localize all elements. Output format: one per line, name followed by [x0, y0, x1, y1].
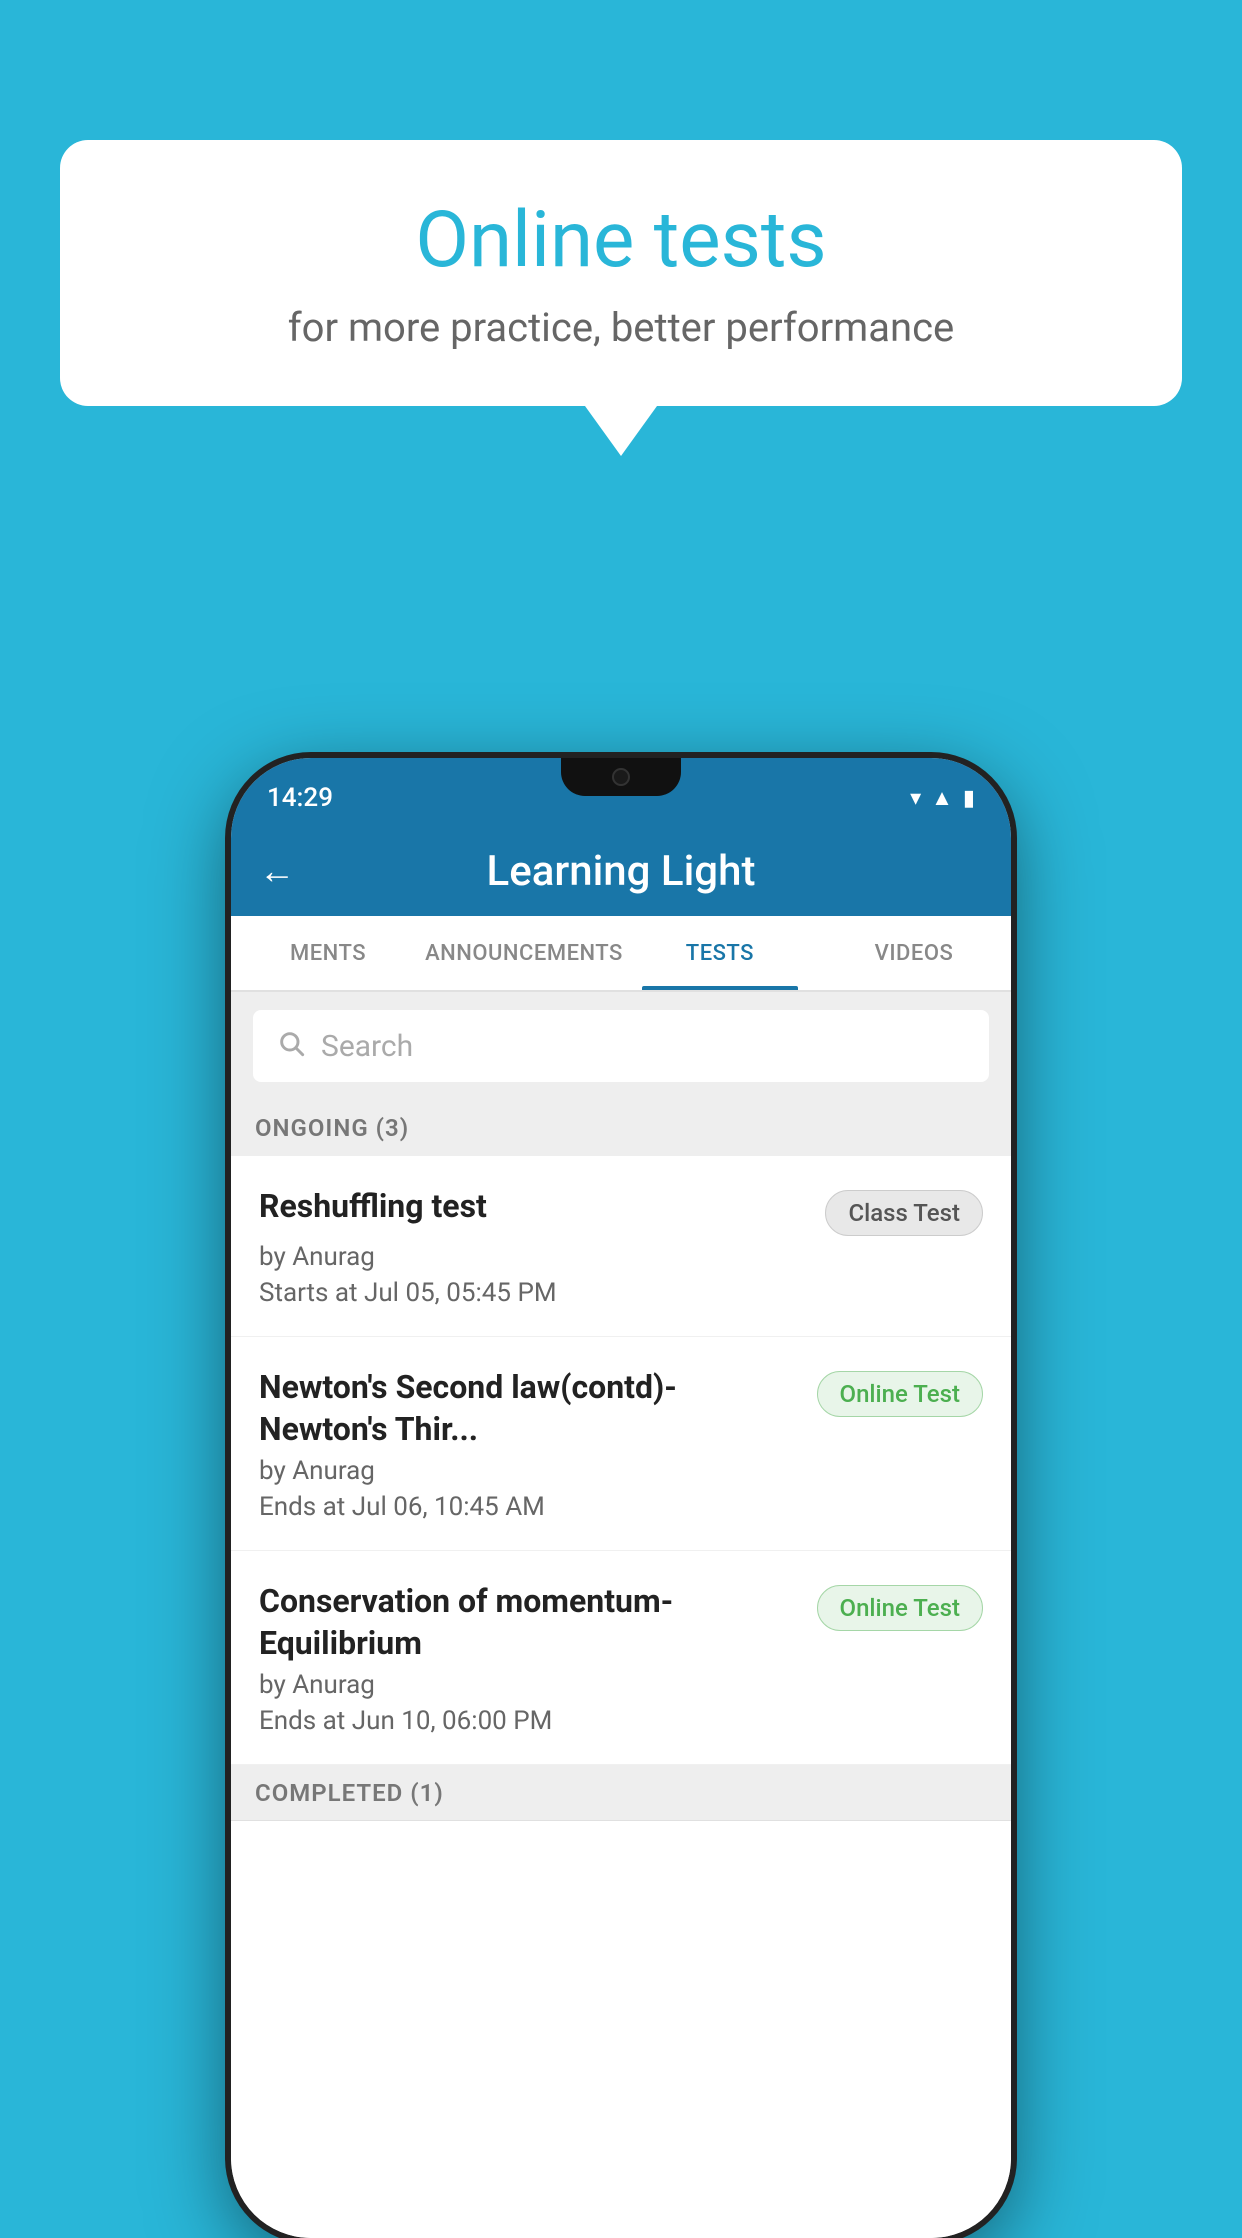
bubble-pointer — [585, 406, 657, 456]
tab-tests[interactable]: TESTS — [623, 916, 817, 990]
battery-icon: ▮ — [963, 786, 975, 811]
status-icons: ▾ ▲ ▮ — [910, 785, 975, 811]
tab-announcements[interactable]: ANNOUNCEMENTS — [425, 916, 623, 990]
phone-screen: 14:29 ▾ ▲ ▮ ← Learning Light MENTS ANNOU… — [231, 758, 1011, 2238]
completed-label: COMPLETED (1) — [255, 1779, 444, 1807]
phone-notch — [561, 758, 681, 796]
tab-ments[interactable]: MENTS — [231, 916, 425, 990]
tab-videos[interactable]: VIDEOS — [817, 916, 1011, 990]
promo-section: Online tests for more practice, better p… — [60, 140, 1182, 456]
app-title: Learning Light — [315, 847, 983, 896]
test-badge-online: Online Test — [817, 1371, 983, 1417]
app-bar: ← Learning Light — [231, 826, 1011, 916]
search-container: Search — [231, 992, 1011, 1100]
list-item[interactable]: Reshuffling test Class Test by Anurag St… — [231, 1156, 1011, 1337]
test-item-header: Conservation of momentum-Equilibrium Onl… — [259, 1581, 983, 1664]
test-date: Ends at Jun 10, 06:00 PM — [259, 1706, 983, 1736]
list-item[interactable]: Conservation of momentum-Equilibrium Onl… — [231, 1551, 1011, 1765]
phone-device: 14:29 ▾ ▲ ▮ ← Learning Light MENTS ANNOU… — [231, 758, 1011, 2238]
test-badge-online: Online Test — [817, 1585, 983, 1631]
search-icon — [277, 1027, 305, 1065]
search-placeholder: Search — [321, 1029, 413, 1064]
ongoing-section-header: ONGOING (3) — [231, 1100, 1011, 1156]
test-title: Conservation of momentum-Equilibrium — [259, 1581, 805, 1664]
test-title: Reshuffling test — [259, 1186, 813, 1228]
notch-camera — [612, 768, 630, 786]
tabs-bar: MENTS ANNOUNCEMENTS TESTS VIDEOS — [231, 916, 1011, 992]
test-badge-class: Class Test — [825, 1190, 983, 1236]
speech-bubble: Online tests for more practice, better p… — [60, 140, 1182, 406]
tests-list: Reshuffling test Class Test by Anurag St… — [231, 1156, 1011, 2238]
search-box[interactable]: Search — [253, 1010, 989, 1082]
wifi-icon: ▾ — [910, 786, 921, 811]
bubble-title: Online tests — [120, 195, 1122, 286]
test-author: by Anurag — [259, 1242, 983, 1272]
test-title: Newton's Second law(contd)-Newton's Thir… — [259, 1367, 805, 1450]
status-time: 14:29 — [267, 783, 333, 813]
test-date: Ends at Jul 06, 10:45 AM — [259, 1492, 983, 1522]
ongoing-label: ONGOING (3) — [255, 1114, 409, 1142]
test-author: by Anurag — [259, 1456, 983, 1486]
signal-icon: ▲ — [931, 785, 953, 811]
test-item-header: Reshuffling test Class Test — [259, 1186, 983, 1236]
bubble-subtitle: for more practice, better performance — [120, 304, 1122, 351]
back-button[interactable]: ← — [259, 850, 295, 892]
test-author: by Anurag — [259, 1670, 983, 1700]
list-item[interactable]: Newton's Second law(contd)-Newton's Thir… — [231, 1337, 1011, 1551]
test-date: Starts at Jul 05, 05:45 PM — [259, 1278, 983, 1308]
test-item-header: Newton's Second law(contd)-Newton's Thir… — [259, 1367, 983, 1450]
completed-section-header: COMPLETED (1) — [231, 1765, 1011, 1821]
